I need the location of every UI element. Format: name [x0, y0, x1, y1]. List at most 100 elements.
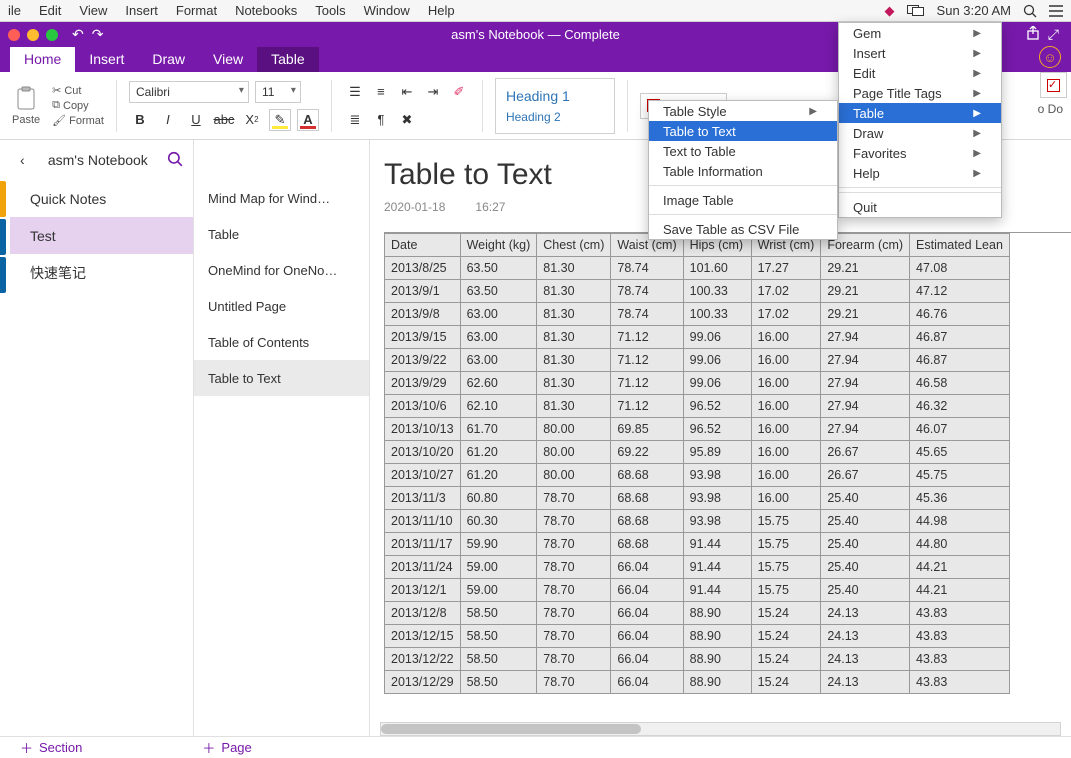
- table-cell[interactable]: 24.13: [821, 671, 910, 694]
- table-cell[interactable]: 24.13: [821, 648, 910, 671]
- tab-home[interactable]: Home: [10, 46, 75, 72]
- table-cell[interactable]: 2013/9/29: [385, 372, 461, 395]
- undo-icon[interactable]: ↶: [72, 26, 84, 43]
- table-row[interactable]: 2013/9/2962.6081.3071.1299.0616.0027.944…: [385, 372, 1010, 395]
- notebook-header[interactable]: ‹ asm's Notebook: [10, 140, 193, 180]
- table-cell[interactable]: 78.70: [537, 510, 611, 533]
- table-cell[interactable]: 100.33: [683, 303, 751, 326]
- table-cell[interactable]: 2013/10/6: [385, 395, 461, 418]
- menubar-item[interactable]: View: [79, 3, 107, 18]
- table-cell[interactable]: 58.50: [460, 671, 537, 694]
- table-cell[interactable]: 91.44: [683, 579, 751, 602]
- table-cell[interactable]: 60.30: [460, 510, 537, 533]
- table-cell[interactable]: 71.12: [611, 349, 683, 372]
- menubar-item[interactable]: Notebooks: [235, 3, 297, 18]
- table-cell[interactable]: 15.75: [751, 556, 821, 579]
- table-cell[interactable]: 2013/9/1: [385, 280, 461, 303]
- table-cell[interactable]: 66.04: [611, 556, 683, 579]
- table-cell[interactable]: 91.44: [683, 533, 751, 556]
- table-cell[interactable]: 25.40: [821, 533, 910, 556]
- table-cell[interactable]: 46.87: [910, 349, 1010, 372]
- menubar-item[interactable]: Insert: [125, 3, 158, 18]
- font-size-select[interactable]: 11: [255, 81, 301, 103]
- todo-tag-button-2[interactable]: [1040, 72, 1067, 98]
- table-cell[interactable]: 78.70: [537, 579, 611, 602]
- table-cell[interactable]: 69.22: [611, 441, 683, 464]
- style-heading1[interactable]: Heading 1: [506, 88, 604, 104]
- menu-item[interactable]: Page Title Tags▶: [839, 83, 1001, 103]
- table-row[interactable]: 2013/9/163.5081.3078.74100.3317.0229.214…: [385, 280, 1010, 303]
- menu-list-icon[interactable]: [1049, 5, 1063, 17]
- table-cell[interactable]: 80.00: [537, 418, 611, 441]
- table-cell[interactable]: 15.24: [751, 602, 821, 625]
- table-cell[interactable]: 68.68: [611, 510, 683, 533]
- table-row[interactable]: 2013/12/2958.5078.7066.0488.9015.2424.13…: [385, 671, 1010, 694]
- table-cell[interactable]: 58.50: [460, 625, 537, 648]
- copy-button[interactable]: ⧉Copy: [52, 99, 104, 112]
- section-item[interactable]: 快速笔记: [10, 254, 193, 291]
- table-cell[interactable]: 78.74: [611, 303, 683, 326]
- table-cell[interactable]: 17.27: [751, 257, 821, 280]
- table-row[interactable]: 2013/8/2563.5081.3078.74101.6017.2729.21…: [385, 257, 1010, 280]
- page-item[interactable]: Table: [194, 216, 369, 252]
- table-cell[interactable]: 78.70: [537, 556, 611, 579]
- bullets-button[interactable]: ☰: [344, 81, 366, 103]
- highlight-color-button[interactable]: ✎: [269, 109, 291, 131]
- menubar-item[interactable]: Help: [428, 3, 455, 18]
- menu-item[interactable]: Draw▶: [839, 123, 1001, 143]
- table-cell[interactable]: 45.36: [910, 487, 1010, 510]
- table-cell[interactable]: 2013/12/22: [385, 648, 461, 671]
- table-row[interactable]: 2013/9/863.0081.3078.74100.3317.0229.214…: [385, 303, 1010, 326]
- underline-button[interactable]: U: [185, 109, 207, 131]
- table-cell[interactable]: 2013/11/17: [385, 533, 461, 556]
- tab-view[interactable]: View: [199, 46, 257, 72]
- scrollbar-thumb[interactable]: [381, 724, 641, 734]
- table-cell[interactable]: 16.00: [751, 441, 821, 464]
- table-cell[interactable]: 66.04: [611, 625, 683, 648]
- table-cell[interactable]: 59.00: [460, 556, 537, 579]
- display-icon[interactable]: [907, 5, 925, 17]
- spotlight-icon[interactable]: [1023, 4, 1037, 18]
- window-zoom-button[interactable]: [46, 29, 58, 41]
- table-cell[interactable]: 68.68: [611, 487, 683, 510]
- menu-item[interactable]: Insert▶: [839, 43, 1001, 63]
- table-cell[interactable]: 2013/12/15: [385, 625, 461, 648]
- table-cell[interactable]: 61.70: [460, 418, 537, 441]
- table-cell[interactable]: 15.75: [751, 533, 821, 556]
- table-cell[interactable]: 46.07: [910, 418, 1010, 441]
- table-cell[interactable]: 46.76: [910, 303, 1010, 326]
- table-cell[interactable]: 43.83: [910, 671, 1010, 694]
- table-cell[interactable]: 88.90: [683, 671, 751, 694]
- bold-button[interactable]: B: [129, 109, 151, 131]
- submenu-item[interactable]: Save Table as CSV File: [649, 219, 837, 239]
- table-cell[interactable]: 91.44: [683, 556, 751, 579]
- table-cell[interactable]: 26.67: [821, 464, 910, 487]
- table-cell[interactable]: 47.08: [910, 257, 1010, 280]
- table-cell[interactable]: 25.40: [821, 510, 910, 533]
- submenu-item[interactable]: Table Style▶: [649, 101, 837, 121]
- page-item[interactable]: Table of Contents: [194, 324, 369, 360]
- table-cell[interactable]: 46.58: [910, 372, 1010, 395]
- table-cell[interactable]: 81.30: [537, 303, 611, 326]
- table-cell[interactable]: 96.52: [683, 395, 751, 418]
- outdent-button[interactable]: ⇤: [396, 81, 418, 103]
- table-row[interactable]: 2013/10/1361.7080.0069.8596.5216.0027.94…: [385, 418, 1010, 441]
- table-cell[interactable]: 24.13: [821, 602, 910, 625]
- table-row[interactable]: 2013/11/1060.3078.7068.6893.9815.7525.40…: [385, 510, 1010, 533]
- data-table-container[interactable]: DateWeight (kg)Chest (cm)Waist (cm)Hips …: [384, 232, 1071, 694]
- table-cell[interactable]: 45.65: [910, 441, 1010, 464]
- fullscreen-icon[interactable]: ⤢: [1048, 26, 1059, 43]
- table-row[interactable]: 2013/12/1558.5078.7066.0488.9015.2424.13…: [385, 625, 1010, 648]
- font-family-select[interactable]: Calibri: [129, 81, 249, 103]
- table-cell[interactable]: 2013/10/13: [385, 418, 461, 441]
- table-cell[interactable]: 99.06: [683, 326, 751, 349]
- table-cell[interactable]: 80.00: [537, 464, 611, 487]
- table-cell[interactable]: 2013/11/3: [385, 487, 461, 510]
- menubar-item[interactable]: Window: [364, 3, 410, 18]
- window-minimize-button[interactable]: [27, 29, 39, 41]
- menu-item[interactable]: Favorites▶: [839, 143, 1001, 163]
- table-cell[interactable]: 27.94: [821, 372, 910, 395]
- table-cell[interactable]: 78.74: [611, 257, 683, 280]
- table-cell[interactable]: 2013/10/20: [385, 441, 461, 464]
- table-cell[interactable]: 2013/12/29: [385, 671, 461, 694]
